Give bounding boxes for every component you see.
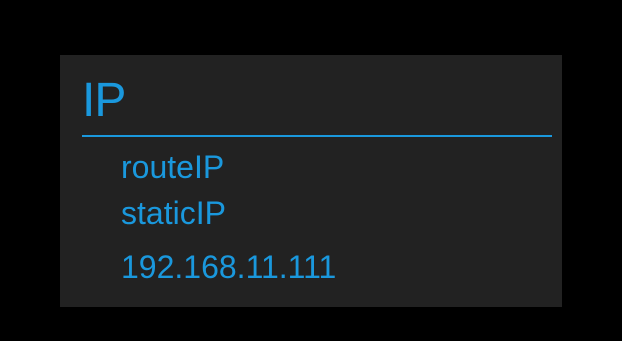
menu-item-route-ip[interactable]: routeIP [121,150,224,184]
menu-item-static-ip[interactable]: staticIP [121,196,226,230]
menu-title: IP [82,74,126,127]
display-panel: IP routeIP staticIP 192.168.11.111 [60,55,562,307]
title-divider [82,135,552,137]
menu-item-ip-address[interactable]: 192.168.11.111 [121,250,336,284]
